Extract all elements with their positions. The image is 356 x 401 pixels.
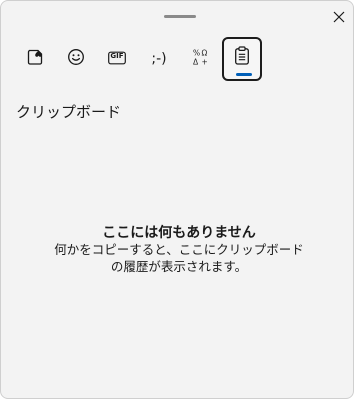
tab-emoji[interactable] (56, 37, 96, 81)
active-tab-indicator (236, 73, 252, 76)
tab-kaomoji[interactable]: ;-) (138, 37, 180, 81)
svg-text:Δ: Δ (193, 58, 199, 67)
kaomoji-icon: ;-) (151, 51, 167, 67)
empty-state-title: ここには何もありません (102, 225, 256, 241)
tab-symbols[interactable]: % Ω Δ + (181, 37, 221, 81)
svg-text:Ω: Ω (202, 49, 208, 58)
symbols-icon: % Ω Δ + (192, 48, 210, 70)
svg-text:%: % (193, 49, 200, 58)
drag-handle[interactable] (164, 15, 196, 18)
empty-state-line-1: 何かをコピーすると、ここにクリップボード (54, 242, 304, 257)
tab-bar: GIF ;-) % Ω Δ + (15, 37, 263, 81)
tab-clipboard[interactable] (222, 37, 262, 81)
tab-gif[interactable]: GIF (97, 37, 137, 81)
heart-sticker-icon (26, 48, 44, 70)
gif-label: GIF (110, 52, 124, 60)
svg-text:+: + (202, 58, 208, 67)
clipboard-icon (234, 45, 250, 69)
tab-stickers[interactable] (15, 37, 55, 81)
smiley-icon (67, 48, 85, 70)
empty-state-description: 何かをコピーすると、ここにクリップボード の履歴が表示されます。 (1, 241, 356, 275)
section-title: クリップボード (16, 103, 122, 121)
empty-state-line-2: の履歴が表示されます。 (110, 259, 248, 274)
close-icon (333, 8, 345, 27)
emoji-clipboard-panel: GIF ;-) % Ω Δ + クリップボード ここには何もありません 何かをコ… (0, 0, 354, 399)
close-button[interactable] (327, 5, 351, 29)
